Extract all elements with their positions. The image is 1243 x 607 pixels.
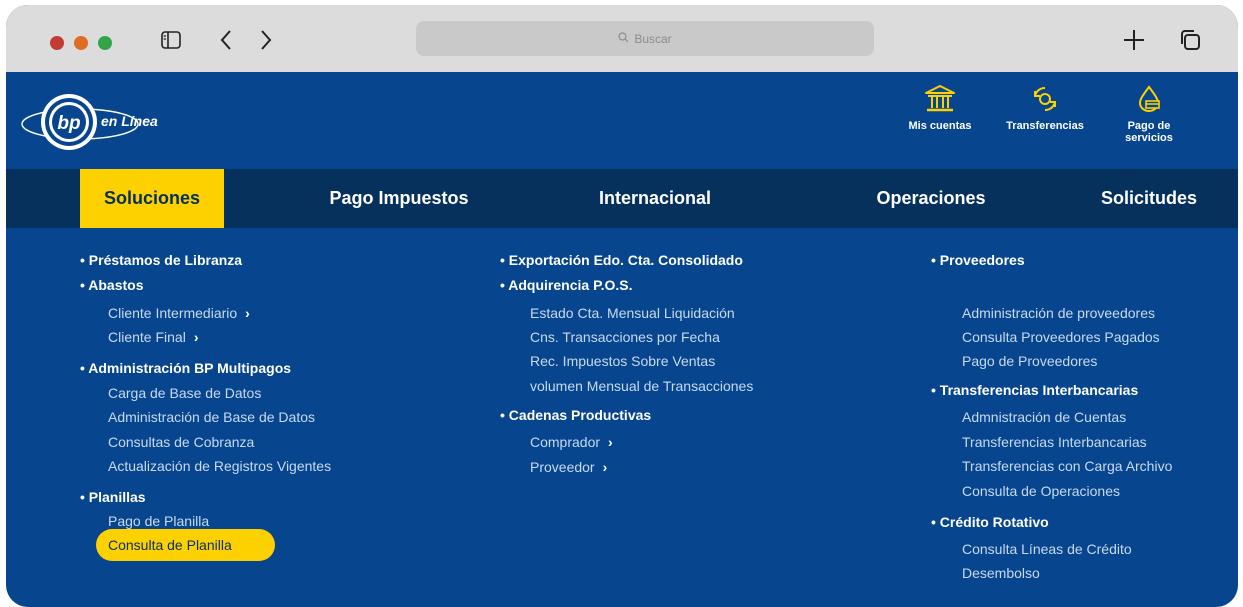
- menu-section-credito[interactable]: • Crédito Rotativo: [931, 513, 1049, 531]
- menu-item-label: Cliente Final: [108, 329, 186, 345]
- menu-item-rec-impuestos[interactable]: Rec. Impuestos Sobre Ventas: [530, 352, 715, 370]
- browser-window: Buscar bp en Línea Mis cuentas Transfere…: [6, 5, 1238, 607]
- menu-section-exportacion[interactable]: • Exportación Edo. Cta. Consolidado: [500, 251, 743, 269]
- pago-servicios-button[interactable]: Pago de servicios: [1122, 84, 1176, 144]
- nav-soluciones[interactable]: Soluciones: [80, 169, 224, 228]
- menu-section-abastos[interactable]: • Abastos: [80, 276, 144, 294]
- transferencias-button[interactable]: Transferencias: [1002, 84, 1088, 132]
- menu-section-proveedores[interactable]: • Proveedores: [931, 251, 1025, 269]
- close-window-button[interactable]: [50, 36, 64, 50]
- menu-item-transferencias-carga[interactable]: Transferencias con Carga Archivo: [962, 457, 1172, 475]
- menu-item-label: Proveedor: [530, 459, 595, 475]
- menu-item-cns-transacciones[interactable]: Cns. Transacciones por Fecha: [530, 328, 720, 346]
- logo-bp-text: bp: [57, 113, 80, 134]
- menu-section-transferencias[interactable]: • Transferencias Interbancarias: [931, 381, 1138, 399]
- menu-item-pago-proveedores[interactable]: Pago de Proveedores: [962, 352, 1097, 370]
- site-header: bp en Línea Mis cuentas Transferencias P…: [6, 72, 1238, 169]
- logo-subtitle: en Línea: [101, 113, 158, 129]
- nav-pago-impuestos[interactable]: Pago Impuestos: [324, 169, 474, 228]
- menu-item-proveedor[interactable]: Proveedor ›: [530, 458, 607, 476]
- menu-section-cadenas[interactable]: • Cadenas Productivas: [500, 406, 651, 424]
- sidebar-icon[interactable]: [160, 25, 182, 55]
- menu-item-consultas-cobranza[interactable]: Consultas de Cobranza: [108, 433, 254, 451]
- minimize-window-button[interactable]: [74, 36, 88, 50]
- transfer-icon: [1034, 86, 1056, 112]
- menu-section-admin-bp[interactable]: • Administración BP Multipagos: [80, 359, 291, 377]
- menu-item-cliente-intermediario[interactable]: Cliente Intermediario ›: [108, 304, 250, 322]
- search-icon: [618, 31, 629, 46]
- back-icon[interactable]: [214, 25, 238, 55]
- menu-item-label: Cliente Intermediario: [108, 305, 238, 321]
- nav-operaciones[interactable]: Operaciones: [868, 169, 994, 228]
- chevron-right-icon: ›: [245, 305, 250, 321]
- menu-item-consulta-planilla[interactable]: Consulta de Planilla: [96, 529, 275, 561]
- soluciones-dropdown: • Préstamos de Libranza • Abastos Client…: [6, 228, 1238, 607]
- pago-servicios-label-1: Pago de: [1127, 120, 1171, 132]
- menu-item-admin-proveedores[interactable]: Administración de proveedores: [962, 304, 1155, 322]
- maximize-window-button[interactable]: [98, 36, 112, 50]
- menu-section-prestamos[interactable]: • Préstamos de Libranza: [80, 251, 242, 269]
- browser-toolbar: Buscar: [6, 5, 1238, 72]
- tabs-icon[interactable]: [1177, 25, 1203, 55]
- transferencias-label: Transferencias: [1006, 120, 1084, 132]
- main-nav: Soluciones Pago Impuestos Internacional …: [6, 169, 1238, 228]
- pago-servicios-label-2: servicios: [1125, 132, 1173, 144]
- address-search-bar[interactable]: Buscar: [416, 21, 874, 56]
- mis-cuentas-button[interactable]: Mis cuentas: [902, 84, 978, 132]
- water-drop-icon: [1138, 85, 1160, 112]
- nav-internacional[interactable]: Internacional: [590, 169, 720, 228]
- chevron-right-icon: ›: [608, 434, 613, 450]
- menu-item-consulta-operaciones[interactable]: Consulta de Operaciones: [962, 482, 1120, 500]
- mis-cuentas-label: Mis cuentas: [908, 120, 972, 132]
- menu-item-estado-cta[interactable]: Estado Cta. Mensual Liquidación: [530, 304, 735, 322]
- menu-section-adquirencia[interactable]: • Adquirencia P.O.S.: [500, 276, 633, 294]
- menu-section-planillas[interactable]: • Planillas: [80, 488, 146, 506]
- bp-en-linea-logo[interactable]: bp en Línea: [20, 90, 190, 154]
- menu-item-admin-base[interactable]: Administración de Base de Datos: [108, 408, 315, 426]
- nav-solicitudes[interactable]: Solicitudes: [1094, 169, 1204, 228]
- menu-item-cliente-final[interactable]: Cliente Final ›: [108, 328, 199, 346]
- menu-item-desembolso[interactable]: Desembolso: [962, 564, 1040, 582]
- menu-item-consulta-lineas[interactable]: Consulta Líneas de Crédito: [962, 540, 1132, 558]
- bank-icon: [925, 85, 955, 112]
- forward-icon[interactable]: [254, 25, 278, 55]
- menu-item-label: Comprador: [530, 434, 601, 450]
- menu-item-admin-cuentas[interactable]: Admnistración de Cuentas: [962, 408, 1126, 426]
- menu-item-transferencias-interbancarias[interactable]: Transferencias Interbancarias: [962, 433, 1147, 451]
- plus-icon[interactable]: [1120, 25, 1148, 55]
- menu-item-comprador[interactable]: Comprador ›: [530, 433, 613, 451]
- menu-item-carga-base[interactable]: Carga de Base de Datos: [108, 384, 261, 402]
- chevron-right-icon: ›: [193, 329, 199, 345]
- menu-item-volumen-mensual[interactable]: volumen Mensual de Transacciones: [530, 377, 753, 395]
- menu-item-pago-planilla[interactable]: Pago de Planilla: [108, 512, 209, 530]
- menu-item-consulta-pagados[interactable]: Consulta Proveedores Pagados: [962, 328, 1160, 346]
- menu-item-actualizacion[interactable]: Actualización de Registros Vigentes: [108, 457, 331, 475]
- search-placeholder: Buscar: [634, 31, 672, 46]
- chevron-right-icon: ›: [602, 459, 608, 475]
